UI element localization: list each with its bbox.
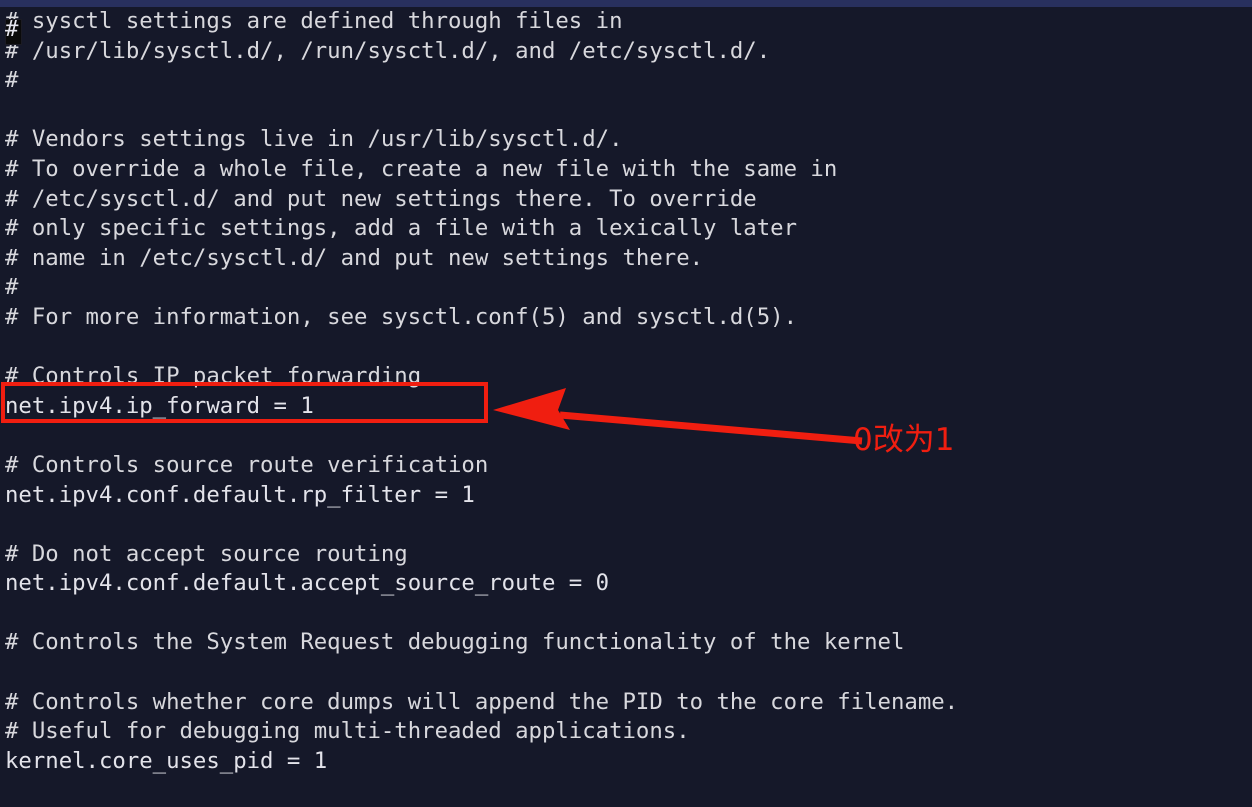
editor-line[interactable]: # For more information, see sysctl.conf(…: [0, 303, 1252, 333]
terminal-window: # sysctl settings are defined through fi…: [0, 0, 1252, 807]
editor-line[interactable]: net.ipv4.conf.default.accept_source_rout…: [0, 569, 1252, 599]
editor-line[interactable]: # only specific settings, add a file wit…: [0, 214, 1252, 244]
editor-line[interactable]: [0, 599, 1252, 629]
annotation-note: 0改为1: [853, 422, 955, 458]
editor-line[interactable]: #: [0, 273, 1252, 303]
editor-line[interactable]: # name in /etc/sysctl.d/ and put new set…: [0, 244, 1252, 274]
editor-line[interactable]: [0, 658, 1252, 688]
editor-line[interactable]: # /usr/lib/sysctl.d/, /run/sysctl.d/, an…: [0, 37, 1252, 67]
editor-line[interactable]: # Controls source route verification: [0, 451, 1252, 481]
editor-line[interactable]: # Controls the System Request debugging …: [0, 628, 1252, 658]
editor-line[interactable]: # /etc/sysctl.d/ and put new settings th…: [0, 185, 1252, 215]
window-titlebar: [0, 0, 1252, 7]
editor-line[interactable]: [0, 421, 1252, 451]
editor-line[interactable]: [0, 333, 1252, 363]
editor-line[interactable]: [0, 510, 1252, 540]
editor-line[interactable]: #: [0, 66, 1252, 96]
cursor-glyph: #: [5, 16, 19, 42]
editor-line[interactable]: # Do not accept source routing: [0, 540, 1252, 570]
editor-line[interactable]: net.ipv4.conf.default.rp_filter = 1: [0, 481, 1252, 511]
editor-line[interactable]: # Useful for debugging multi-threaded ap…: [0, 717, 1252, 747]
highlight-box: [1, 382, 488, 423]
editor-line[interactable]: # Controls whether core dumps will appen…: [0, 688, 1252, 718]
editor-line[interactable]: # To override a whole file, create a new…: [0, 155, 1252, 185]
editor-line[interactable]: [0, 96, 1252, 126]
editor-line[interactable]: # Vendors settings live in /usr/lib/sysc…: [0, 125, 1252, 155]
editor-line[interactable]: kernel.core_uses_pid = 1: [0, 747, 1252, 777]
editor-line[interactable]: # sysctl settings are defined through fi…: [0, 7, 1252, 37]
